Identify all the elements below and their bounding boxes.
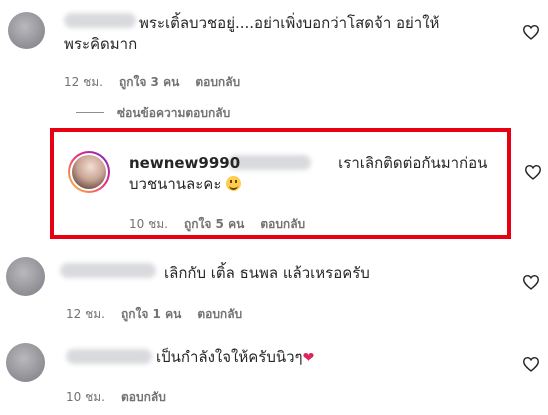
comment-username[interactable]: newnew9990	[129, 154, 240, 172]
comments-panel: พระเติ้ลบวชอยู่....อย่าเพิ่งบอกว่าโสดจ้า…	[0, 0, 548, 415]
likes-count[interactable]: ถูกใจ 3 คน	[119, 75, 179, 89]
comment-time: 10 ชม.	[129, 217, 168, 231]
reply-button[interactable]: ตอบกลับ	[197, 307, 242, 321]
likes-count[interactable]: ถูกใจ 5 คน	[184, 217, 244, 231]
comment-time: 12 ชม.	[66, 307, 105, 321]
comment-meta: 10 ชม. ถูกใจ 5 คน ตอบกลับ	[129, 215, 321, 234]
avatar[interactable]	[6, 257, 45, 296]
reply-button[interactable]: ตอบกลับ	[260, 217, 305, 231]
comment-text-body: เป็นกำลังใจให้ครับนิวๆ	[156, 348, 303, 366]
heart-icon[interactable]	[522, 24, 540, 40]
comment-meta: 12 ชม. ถูกใจ 1 คน ตอบกลับ	[66, 305, 258, 324]
hide-replies-button[interactable]: ซ่อนข้อความตอบกลับ	[117, 104, 230, 123]
red-heart-emoji-icon: ❤	[302, 350, 315, 366]
blurred-username	[60, 263, 156, 278]
likes-count[interactable]: ถูกใจ 1 คน	[121, 307, 181, 321]
comment-meta: 12 ชม. ถูกใจ 3 คน ตอบกลับ	[64, 73, 256, 92]
avatar-story-ring[interactable]	[68, 151, 110, 193]
heart-icon[interactable]	[522, 274, 540, 290]
smiling-face-emoji-icon	[226, 176, 242, 191]
hide-replies-divider	[76, 112, 104, 113]
reply-comment: newnew9990 เราเลิกติดต่อกันมาก่อนบวชนานละ…	[129, 153, 499, 195]
reply-button[interactable]: ตอบกลับ	[121, 390, 166, 404]
comment-text: เป็นกำลังใจให้ครับนิวๆ❤	[156, 347, 496, 369]
comment-text: เลิกกับ เติ้ล ธนพล แล้วเหรอครับ	[164, 264, 370, 282]
blurred-username	[66, 349, 152, 364]
comment-meta: 10 ชม. ตอบกลับ	[66, 388, 182, 407]
avatar[interactable]	[6, 343, 45, 382]
heart-icon[interactable]	[522, 356, 540, 372]
comment-time: 12 ชม.	[64, 75, 103, 89]
avatar[interactable]	[8, 12, 45, 49]
heart-icon[interactable]	[524, 164, 542, 180]
reply-button[interactable]: ตอบกลับ	[195, 75, 240, 89]
comment-time: 10 ชม.	[66, 390, 105, 404]
avatar	[72, 155, 106, 189]
comment-text: พระเติ้ลบวชอยู่....อย่าเพิ่งบอกว่าโสดจ้า…	[64, 14, 440, 53]
